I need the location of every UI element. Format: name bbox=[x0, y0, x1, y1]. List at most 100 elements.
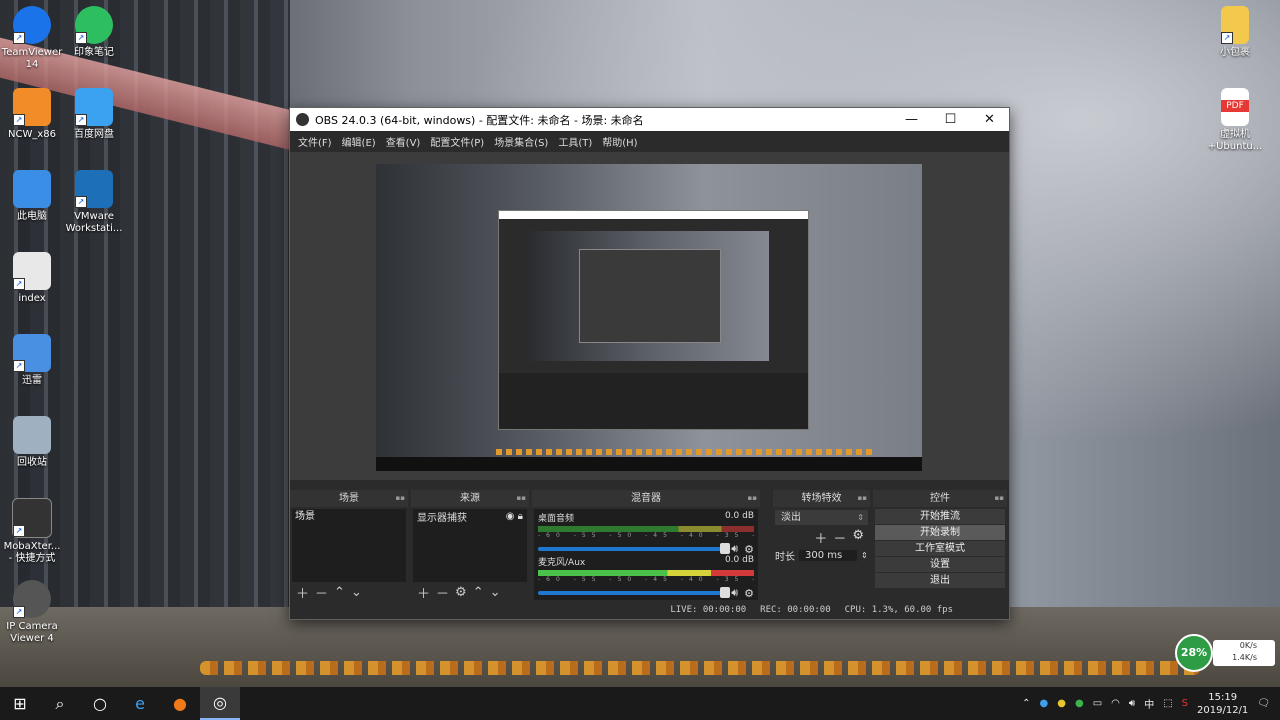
dock-menu-icon[interactable]: ▪▪ bbox=[517, 490, 527, 507]
nested-preview bbox=[529, 231, 769, 361]
slider-knob[interactable] bbox=[720, 543, 731, 554]
maximize-button[interactable]: ☐ bbox=[931, 112, 970, 127]
windows-start-icon[interactable]: ⊞ bbox=[0, 687, 40, 720]
move-up-icon[interactable]: ⌃ bbox=[334, 585, 345, 600]
slider-knob[interactable] bbox=[720, 587, 731, 598]
ime-indicator[interactable]: 中 bbox=[1144, 696, 1154, 711]
desktop-icon-vmware[interactable]: ↗ VMware Workstati... bbox=[62, 170, 126, 235]
remove-icon[interactable]: － bbox=[315, 583, 328, 602]
add-icon[interactable]: ＋ bbox=[417, 583, 430, 602]
scenes-dock: 场景 ▪▪ 场景 ＋ － ⌃ ⌄ bbox=[290, 490, 408, 602]
exit-button[interactable]: 退出 bbox=[875, 573, 1005, 588]
gear-icon[interactable]: ⚙ bbox=[744, 587, 754, 600]
desktop-icon-index[interactable]: ↗ index bbox=[0, 252, 64, 305]
search-icon[interactable]: ⌕ bbox=[40, 687, 80, 720]
desktop-icon-baidu-netdisk[interactable]: ↗ 百度网盘 bbox=[62, 88, 126, 141]
start-streaming-button[interactable]: 开始推流 bbox=[875, 509, 1005, 524]
move-down-icon[interactable]: ⌄ bbox=[351, 585, 362, 600]
close-button[interactable]: ✕ bbox=[970, 112, 1009, 127]
network-speed-widget[interactable]: 28% 0K/s 1.4K/s bbox=[1175, 634, 1279, 672]
desktop-icon-mobaxterm[interactable]: ↗ MobaXter... - 快捷方式 bbox=[0, 498, 64, 565]
controls-buttons: 开始推流 开始录制 工作室模式 设置 退出 bbox=[873, 508, 1007, 589]
speaker-icon[interactable]: 🔊︎ bbox=[731, 586, 738, 600]
desktop-icon-evernote[interactable]: ↗ 印象笔记 bbox=[62, 6, 126, 59]
gear-icon[interactable]: ⚙ bbox=[744, 543, 754, 556]
transition-select[interactable]: 淡出 ⇕ bbox=[775, 510, 868, 525]
teamviewer-icon: ↗ bbox=[13, 6, 51, 44]
move-up-icon[interactable]: ⌃ bbox=[473, 585, 484, 600]
speaker-icon[interactable]: 🔊︎ bbox=[731, 542, 738, 556]
sogou-icon[interactable]: S bbox=[1182, 698, 1188, 709]
wifi-icon[interactable]: ◠ bbox=[1111, 698, 1120, 709]
dock-menu-icon[interactable]: ▪▪ bbox=[995, 490, 1005, 507]
mixer-body: 桌面音频 0.0 dB -60 -55 -50 -45 -40 -35 -30 … bbox=[534, 509, 758, 600]
dock-menu-icon[interactable]: ▪▪ bbox=[858, 490, 868, 507]
desktop-icon-label: NCW_x86 bbox=[8, 129, 56, 140]
cortana-icon[interactable]: ○ bbox=[80, 687, 120, 720]
menu-view[interactable]: 查看(V) bbox=[386, 134, 421, 149]
menu-file[interactable]: 文件(F) bbox=[298, 134, 332, 149]
desktop-icon-ncw[interactable]: ↗ NCW_x86 bbox=[0, 88, 64, 141]
tray-app-icon[interactable]: ▭ bbox=[1093, 698, 1102, 709]
obs-window[interactable]: OBS 24.0.3 (64-bit, windows) - 配置文件: 未命名… bbox=[289, 107, 1010, 620]
menu-profile[interactable]: 配置文件(P) bbox=[430, 134, 484, 149]
desktop-icon-teamviewer[interactable]: ↗ TeamViewer 14 bbox=[0, 6, 64, 71]
duration-input[interactable]: 300 ms bbox=[799, 550, 857, 561]
transition-selected: 淡出 bbox=[781, 512, 801, 523]
menu-edit[interactable]: 编辑(E) bbox=[342, 134, 376, 149]
volume-icon[interactable]: 🔊︎ bbox=[1129, 698, 1135, 709]
desktop-icon-pdf[interactable]: PDF 虚拟机 +Ubuntu... bbox=[1203, 88, 1267, 153]
remove-icon[interactable]: － bbox=[436, 583, 449, 602]
desktop-icon-recycle-bin[interactable]: 回收站 bbox=[0, 416, 64, 469]
window-title: OBS 24.0.3 (64-bit, windows) - 配置文件: 未命名… bbox=[315, 113, 644, 127]
dock-menu-icon[interactable]: ▪▪ bbox=[748, 490, 758, 507]
gear-icon[interactable]: ⚙ bbox=[852, 528, 864, 547]
remove-icon[interactable]: － bbox=[833, 528, 846, 547]
source-item[interactable]: 显示器捕获 ◉ 🔒︎ bbox=[413, 509, 527, 524]
desktop-icon-this-pc[interactable]: 此电脑 bbox=[0, 170, 64, 223]
mixer-channel-desktop: 桌面音频 0.0 dB -60 -55 -50 -45 -40 -35 -30 … bbox=[538, 511, 754, 556]
move-down-icon[interactable]: ⌄ bbox=[490, 585, 501, 600]
duration-row: 时长 300 ms ⇕ bbox=[775, 548, 868, 563]
gear-icon[interactable]: ⚙ bbox=[455, 585, 467, 600]
desktop-icon-package[interactable]: ↗ 小包裹 bbox=[1203, 6, 1267, 59]
tray-app-icon[interactable]: ● bbox=[1057, 698, 1066, 709]
tray-app-icon[interactable]: ⬚ bbox=[1163, 698, 1172, 709]
spinner-icon[interactable]: ⇕ bbox=[861, 551, 868, 560]
file-icon: ↗ bbox=[13, 252, 51, 290]
scenes-list[interactable]: 场景 bbox=[292, 509, 406, 582]
menu-help[interactable]: 帮助(H) bbox=[602, 134, 637, 149]
notification-icon[interactable]: 🗨︎ bbox=[1257, 698, 1270, 709]
tray-expand-icon[interactable]: ⌃ bbox=[1022, 698, 1030, 709]
start-recording-button[interactable]: 开始录制 bbox=[875, 525, 1005, 540]
studio-mode-button[interactable]: 工作室模式 bbox=[875, 541, 1005, 556]
transitions-title: 转场特效 bbox=[801, 493, 842, 504]
add-icon[interactable]: ＋ bbox=[814, 528, 827, 547]
volume-slider[interactable] bbox=[538, 543, 731, 554]
preview-canvas[interactable] bbox=[376, 164, 922, 471]
tray-app-icon[interactable]: ● bbox=[1040, 698, 1049, 709]
eye-icon[interactable]: ◉ bbox=[506, 511, 515, 522]
desktop-icon-xunlei[interactable]: ↗ 迅雷 bbox=[0, 334, 64, 387]
settings-button[interactable]: 设置 bbox=[875, 557, 1005, 572]
mixer-channel-mic: 麦克风/Aux 0.0 dB -60 -55 -50 -45 -40 -35 -… bbox=[538, 555, 754, 600]
menu-scene-collection[interactable]: 场景集合(S) bbox=[494, 134, 548, 149]
desktop-icon-ip-camera[interactable]: ↗ IP Camera Viewer 4 bbox=[0, 580, 64, 645]
minimize-button[interactable]: — bbox=[892, 112, 931, 127]
transitions-dock-header: 转场特效 ▪▪ bbox=[773, 490, 870, 507]
volume-slider[interactable] bbox=[538, 587, 731, 598]
scene-item[interactable]: 场景 bbox=[292, 509, 406, 524]
dock-menu-icon[interactable]: ▪▪ bbox=[396, 490, 406, 507]
add-icon[interactable]: ＋ bbox=[296, 583, 309, 602]
clock[interactable]: 15:19 2019/12/1 bbox=[1197, 691, 1248, 717]
edge-icon[interactable]: e bbox=[120, 687, 160, 720]
desktop-icon-label: TeamViewer 14 bbox=[1, 47, 63, 70]
firefox-icon[interactable]: ● bbox=[160, 687, 200, 720]
obs-taskbar-icon[interactable]: ◎ bbox=[200, 687, 240, 720]
sources-list[interactable]: 显示器捕获 ◉ 🔒︎ bbox=[413, 509, 527, 582]
desktop-icon-label: IP Camera Viewer 4 bbox=[6, 621, 58, 644]
obs-titlebar[interactable]: OBS 24.0.3 (64-bit, windows) - 配置文件: 未命名… bbox=[290, 108, 1009, 131]
menu-tools[interactable]: 工具(T) bbox=[558, 134, 592, 149]
lock-icon[interactable]: 🔒︎ bbox=[518, 511, 523, 522]
tray-app-icon[interactable]: ● bbox=[1075, 698, 1084, 709]
